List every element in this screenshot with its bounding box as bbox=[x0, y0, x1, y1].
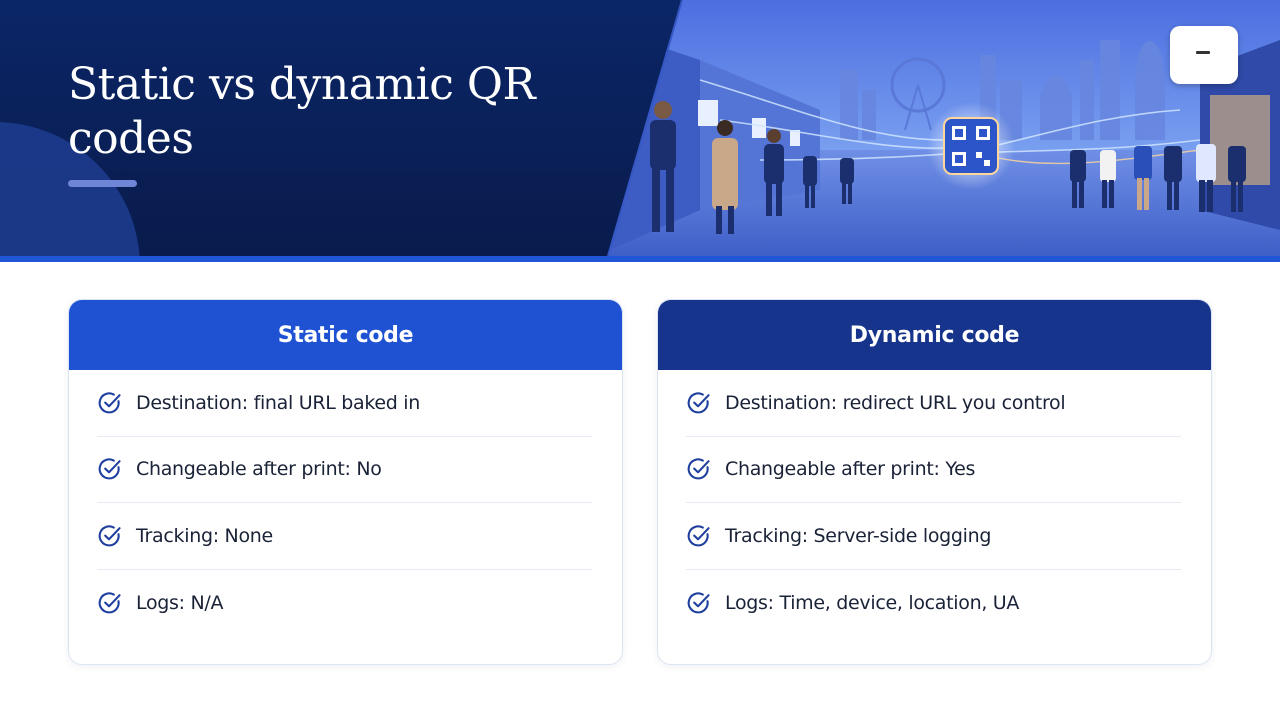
item-label: Tracking: None bbox=[136, 524, 273, 547]
check-circle-icon bbox=[687, 592, 710, 614]
check-circle-icon bbox=[98, 458, 121, 480]
check-circle-icon bbox=[98, 525, 121, 547]
banner-divider bbox=[0, 256, 1280, 262]
static-code-card: Static code Destination: final URL baked… bbox=[68, 299, 623, 665]
list-item: Logs: N/A bbox=[97, 570, 592, 637]
list-item: Destination: final URL baked in bbox=[97, 370, 592, 437]
list-item: Tracking: None bbox=[97, 503, 592, 570]
item-label: Tracking: Server-side logging bbox=[725, 524, 992, 547]
header-banner: Static vs dynamic QR codes bbox=[0, 0, 1280, 262]
static-code-list: Destination: final URL baked in Changeab… bbox=[69, 370, 622, 636]
list-item: Changeable after print: No bbox=[97, 437, 592, 503]
item-label: Destination: final URL baked in bbox=[136, 391, 421, 414]
card-header-dynamic: Dynamic code bbox=[658, 300, 1211, 370]
check-circle-icon bbox=[98, 592, 121, 614]
check-circle-icon bbox=[687, 458, 710, 480]
item-label: Logs: Time, device, location, UA bbox=[725, 591, 1020, 614]
card-header-static: Static code bbox=[69, 300, 622, 370]
list-item: Tracking: Server-side logging bbox=[686, 503, 1181, 570]
page-title: Static vs dynamic QR codes bbox=[68, 59, 536, 164]
check-circle-icon bbox=[98, 392, 121, 414]
list-item: Changeable after print: Yes bbox=[686, 437, 1181, 503]
check-circle-icon bbox=[687, 525, 710, 547]
logo-mark bbox=[1196, 51, 1210, 54]
logo bbox=[1170, 26, 1238, 84]
item-label: Logs: N/A bbox=[136, 591, 224, 614]
item-label: Destination: redirect URL you control bbox=[725, 391, 1066, 414]
title-underline bbox=[68, 180, 137, 187]
dynamic-code-list: Destination: redirect URL you control Ch… bbox=[658, 370, 1211, 636]
item-label: Changeable after print: No bbox=[136, 458, 382, 481]
list-item: Destination: redirect URL you control bbox=[686, 370, 1181, 437]
item-label: Changeable after print: Yes bbox=[725, 458, 976, 481]
dynamic-code-card: Dynamic code Destination: redirect URL y… bbox=[657, 299, 1212, 665]
list-item: Logs: Time, device, location, UA bbox=[686, 570, 1181, 637]
check-circle-icon bbox=[687, 392, 710, 414]
